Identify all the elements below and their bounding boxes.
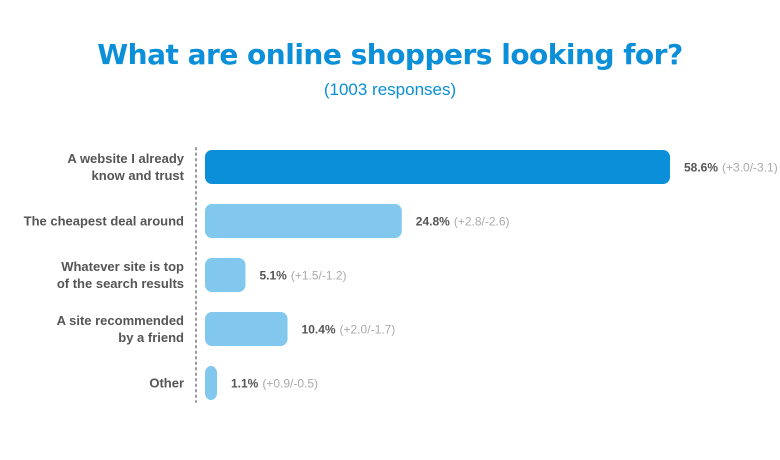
category-label: Other: [149, 376, 184, 391]
bar: [205, 150, 670, 184]
category-label: The cheapest deal around: [24, 214, 184, 229]
value-label: 10.4% (+2.0/-1.7): [302, 323, 396, 337]
value-label: 24.8% (+2.8/-2.6): [416, 215, 510, 229]
category-label: Whatever site is top of the search result…: [57, 259, 184, 291]
bar: [205, 204, 402, 238]
bar: [205, 366, 217, 400]
bar: [205, 258, 246, 292]
value-label: 1.1% (+0.9/-0.5): [231, 377, 318, 391]
category-label: A site recommended by a friend: [57, 313, 184, 345]
value-label: 5.1% (+1.5/-1.2): [259, 269, 346, 283]
bar-chart: A website I already know and trust 58.6% (+…: [24, 147, 778, 403]
category-label: A website I already know and trust: [67, 151, 184, 183]
bar: [205, 312, 288, 346]
value-label: 58.6% (+3.0/-3.1): [684, 161, 778, 175]
